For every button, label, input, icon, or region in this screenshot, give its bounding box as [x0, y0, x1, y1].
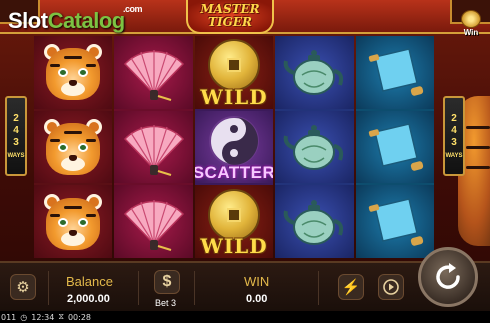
teapot-icon — [284, 199, 344, 245]
win-value: 0.00 — [246, 293, 268, 305]
teapot-icon — [284, 125, 344, 170]
ways-digit: 4 — [13, 124, 19, 136]
watermark-part2: Catalog — [47, 8, 126, 33]
symbol-scroll — [355, 110, 434, 184]
game-logo: MASTER TIGER — [186, 0, 274, 34]
bet-value: 3 — [171, 298, 177, 308]
divider — [48, 271, 49, 305]
ways-label: WAYS — [7, 152, 25, 159]
reel-3: WILD SCATTER WILD — [194, 36, 274, 259]
scroll-icon — [368, 48, 423, 97]
session-timer: 00:28 — [67, 312, 92, 322]
symbol-fan — [114, 110, 193, 184]
symbol-wild: WILD — [194, 36, 274, 109]
symbol-tiger — [34, 110, 113, 184]
divider — [318, 271, 319, 305]
control-bar: ⚙ Balance 2,000.00 $ Bet 3 WIN 0.00 ⚡ — [0, 261, 490, 311]
ways-panel-left: 2 4 3 WAYS — [5, 96, 27, 176]
symbol-tiger — [34, 36, 113, 109]
symbol-scroll — [355, 185, 434, 259]
symbol-scroll — [355, 36, 434, 109]
game-screen: SlotCatalog .com MASTER TIGER Win 2 4 3 … — [0, 0, 490, 323]
autoplay-button[interactable] — [378, 274, 404, 300]
scroll-icon — [368, 123, 423, 171]
bet-button[interactable]: $ — [154, 270, 180, 294]
symbol-teapot — [275, 185, 354, 259]
fan-icon — [123, 199, 184, 251]
ways-digit: 2 — [13, 112, 19, 124]
symbol-scatter: SCATTER — [194, 110, 274, 184]
tiger-icon — [42, 117, 104, 177]
symbol-teapot — [275, 110, 354, 184]
symbol-wild: WILD — [194, 185, 274, 259]
ways-digit: 3 — [13, 136, 19, 148]
tiger-icon — [42, 192, 104, 252]
reel-grid: WILD SCATTER WILD — [34, 36, 434, 259]
clock-icon: ◷ — [20, 312, 28, 322]
timer-icon: ⧖ — [58, 312, 64, 321]
chinese-coin-icon — [207, 188, 260, 241]
scroll-icon — [368, 197, 423, 246]
settings-button[interactable]: ⚙ — [10, 274, 36, 300]
balance-label: Balance — [66, 274, 113, 289]
ways-digit: 4 — [451, 124, 457, 136]
reel-4 — [275, 36, 354, 259]
reel-5 — [355, 36, 434, 259]
watermark-suffix: .com — [123, 4, 143, 14]
wild-label: WILD — [200, 234, 268, 259]
lightning-icon: ⚡ — [341, 279, 361, 296]
clock-time: 12:34 — [31, 312, 55, 322]
symbol-teapot — [275, 36, 354, 109]
fan-icon — [123, 125, 184, 176]
tiger-icon — [42, 42, 104, 102]
spin-arrow-icon — [436, 263, 460, 289]
bet-display: Bet 3 — [155, 298, 176, 308]
reel-1 — [34, 36, 113, 259]
dollar-icon: $ — [162, 273, 172, 290]
win-badge[interactable]: Win — [456, 10, 486, 42]
logo-line2: TIGER — [208, 15, 252, 29]
balance-value: 2,000.00 — [67, 293, 110, 305]
ways-label: WAYS — [445, 152, 463, 159]
gold-coin-icon — [461, 10, 481, 28]
ways-panel-right: 2 4 3 WAYS — [443, 96, 465, 176]
scatter-label: SCATTER — [194, 163, 274, 183]
divider — [194, 271, 195, 305]
status-bar: 011 ◷ 12:34 ⧖ 00:28 — [0, 311, 490, 323]
turbo-button[interactable]: ⚡ — [338, 274, 364, 300]
symbol-fan — [114, 185, 193, 259]
teapot-icon — [284, 50, 344, 96]
win-badge-label: Win — [463, 28, 479, 37]
spin-button[interactable] — [418, 247, 478, 307]
bet-label: Bet — [155, 298, 169, 308]
fan-icon — [123, 50, 184, 102]
session-id: 011 — [1, 312, 17, 322]
wild-label: WILD — [200, 84, 268, 109]
slotcatalog-watermark: SlotCatalog .com — [8, 4, 143, 34]
symbol-fan — [114, 36, 193, 109]
ways-digit: 2 — [451, 112, 457, 124]
ways-digit: 3 — [451, 136, 457, 148]
chinese-coin-icon — [207, 39, 260, 92]
symbol-tiger — [34, 185, 113, 259]
yin-yang-icon — [208, 116, 259, 166]
reel-2 — [114, 36, 193, 259]
win-label: WIN — [244, 274, 270, 289]
watermark-part1: Slot — [8, 8, 48, 33]
autoplay-icon — [383, 279, 399, 295]
divider — [138, 271, 139, 305]
gear-icon: ⚙ — [16, 279, 30, 296]
